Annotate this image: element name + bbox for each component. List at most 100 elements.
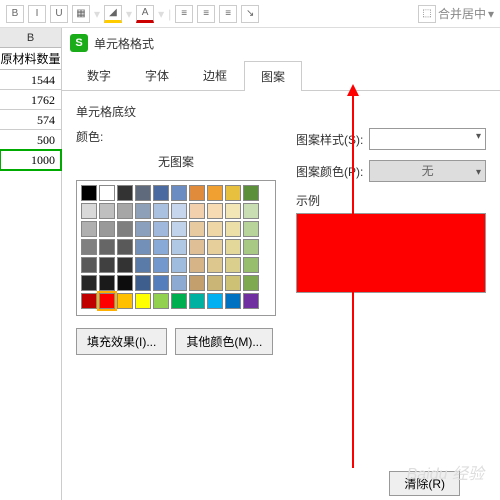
color-swatch[interactable] bbox=[135, 239, 151, 255]
color-swatch[interactable] bbox=[189, 257, 205, 273]
tab-pattern[interactable]: 图案 bbox=[244, 61, 302, 91]
color-swatch[interactable] bbox=[99, 239, 115, 255]
color-swatch[interactable] bbox=[243, 203, 259, 219]
color-swatch[interactable] bbox=[207, 221, 223, 237]
tab-border[interactable]: 边框 bbox=[186, 60, 244, 90]
color-swatch[interactable] bbox=[171, 221, 187, 237]
color-swatch[interactable] bbox=[225, 257, 241, 273]
color-swatch[interactable] bbox=[243, 275, 259, 291]
color-swatch[interactable] bbox=[189, 203, 205, 219]
color-swatch[interactable] bbox=[117, 293, 133, 309]
color-swatch[interactable] bbox=[225, 221, 241, 237]
align-left-icon[interactable]: ≡ bbox=[175, 5, 193, 23]
tab-font[interactable]: 字体 bbox=[128, 60, 186, 90]
color-swatch[interactable] bbox=[117, 221, 133, 237]
color-swatch[interactable] bbox=[135, 275, 151, 291]
color-swatch[interactable] bbox=[225, 239, 241, 255]
color-swatch[interactable] bbox=[117, 275, 133, 291]
color-swatch[interactable] bbox=[81, 203, 97, 219]
color-swatch[interactable] bbox=[99, 293, 115, 309]
table-row[interactable]: 1762 bbox=[0, 90, 61, 110]
underline-icon[interactable]: U bbox=[50, 5, 68, 23]
fill-color-icon[interactable]: ◢ bbox=[104, 5, 122, 23]
color-swatch[interactable] bbox=[81, 275, 97, 291]
fill-effects-button[interactable]: 填充效果(I)... bbox=[76, 328, 167, 355]
chevron-down-icon[interactable]: ▾ bbox=[488, 7, 494, 21]
color-swatch[interactable] bbox=[81, 293, 97, 309]
table-row[interactable]: 1544 bbox=[0, 70, 61, 90]
color-swatch[interactable] bbox=[225, 275, 241, 291]
color-swatch[interactable] bbox=[171, 257, 187, 273]
color-swatch[interactable] bbox=[225, 185, 241, 201]
color-swatch[interactable] bbox=[81, 221, 97, 237]
color-swatch[interactable] bbox=[207, 203, 223, 219]
color-swatch[interactable] bbox=[99, 257, 115, 273]
italic-icon[interactable]: I bbox=[28, 5, 46, 23]
color-swatch[interactable] bbox=[243, 221, 259, 237]
bold-icon[interactable]: B bbox=[6, 5, 24, 23]
color-swatch[interactable] bbox=[189, 239, 205, 255]
other-colors-button[interactable]: 其他颜色(M)... bbox=[175, 328, 273, 355]
color-swatch[interactable] bbox=[117, 185, 133, 201]
color-swatch[interactable] bbox=[171, 185, 187, 201]
tab-number[interactable]: 数字 bbox=[70, 60, 128, 90]
color-swatch[interactable] bbox=[243, 239, 259, 255]
merge-label[interactable]: 合并居中 bbox=[438, 5, 486, 22]
color-swatch[interactable] bbox=[225, 293, 241, 309]
color-swatch[interactable] bbox=[117, 239, 133, 255]
color-swatch[interactable] bbox=[135, 221, 151, 237]
color-swatch[interactable] bbox=[153, 221, 169, 237]
table-row[interactable]: 574 bbox=[0, 110, 61, 130]
color-swatch[interactable] bbox=[153, 293, 169, 309]
watermark: Baidu 经验 bbox=[407, 460, 484, 484]
color-swatch[interactable] bbox=[207, 185, 223, 201]
color-swatch[interactable] bbox=[99, 203, 115, 219]
color-swatch[interactable] bbox=[243, 185, 259, 201]
color-swatch[interactable] bbox=[117, 203, 133, 219]
align-center-icon[interactable]: ≡ bbox=[197, 5, 215, 23]
border-icon[interactable]: ▦ bbox=[72, 5, 90, 23]
color-swatch[interactable] bbox=[171, 239, 187, 255]
color-swatch[interactable] bbox=[99, 275, 115, 291]
column-letter[interactable]: B bbox=[0, 28, 61, 48]
color-swatch[interactable] bbox=[153, 239, 169, 255]
color-swatch[interactable] bbox=[243, 293, 259, 309]
color-swatch[interactable] bbox=[135, 257, 151, 273]
column-header[interactable]: 原材料数量 bbox=[0, 48, 61, 70]
color-swatch[interactable] bbox=[189, 275, 205, 291]
pattern-style-combo[interactable] bbox=[369, 128, 486, 150]
pattern-style-label: 图案样式(S): bbox=[296, 131, 363, 148]
color-swatch[interactable] bbox=[207, 293, 223, 309]
color-swatch[interactable] bbox=[171, 275, 187, 291]
pattern-color-combo[interactable]: 无 bbox=[369, 160, 486, 182]
color-swatch[interactable] bbox=[207, 239, 223, 255]
color-swatch[interactable] bbox=[135, 185, 151, 201]
color-swatch[interactable] bbox=[189, 293, 205, 309]
color-swatch[interactable] bbox=[171, 203, 187, 219]
color-swatch[interactable] bbox=[153, 257, 169, 273]
color-swatch[interactable] bbox=[135, 293, 151, 309]
color-swatch[interactable] bbox=[117, 257, 133, 273]
color-swatch[interactable] bbox=[81, 239, 97, 255]
color-swatch[interactable] bbox=[81, 257, 97, 273]
color-swatch[interactable] bbox=[99, 221, 115, 237]
color-swatch[interactable] bbox=[171, 293, 187, 309]
color-swatch[interactable] bbox=[81, 185, 97, 201]
color-swatch[interactable] bbox=[153, 275, 169, 291]
color-swatch[interactable] bbox=[153, 185, 169, 201]
color-swatch[interactable] bbox=[243, 257, 259, 273]
merge-cells-icon[interactable]: ⬚ bbox=[418, 5, 436, 23]
orientation-icon[interactable]: ↘ bbox=[241, 5, 259, 23]
color-swatch[interactable] bbox=[99, 185, 115, 201]
color-swatch[interactable] bbox=[207, 275, 223, 291]
table-row[interactable]: 500 bbox=[0, 130, 61, 150]
color-swatch[interactable] bbox=[189, 221, 205, 237]
align-right-icon[interactable]: ≡ bbox=[219, 5, 237, 23]
color-swatch[interactable] bbox=[225, 203, 241, 219]
table-row[interactable]: 1000 bbox=[0, 150, 61, 170]
font-color-icon[interactable]: A bbox=[136, 5, 154, 23]
color-swatch[interactable] bbox=[153, 203, 169, 219]
color-swatch[interactable] bbox=[135, 203, 151, 219]
color-swatch[interactable] bbox=[207, 257, 223, 273]
color-swatch[interactable] bbox=[189, 185, 205, 201]
